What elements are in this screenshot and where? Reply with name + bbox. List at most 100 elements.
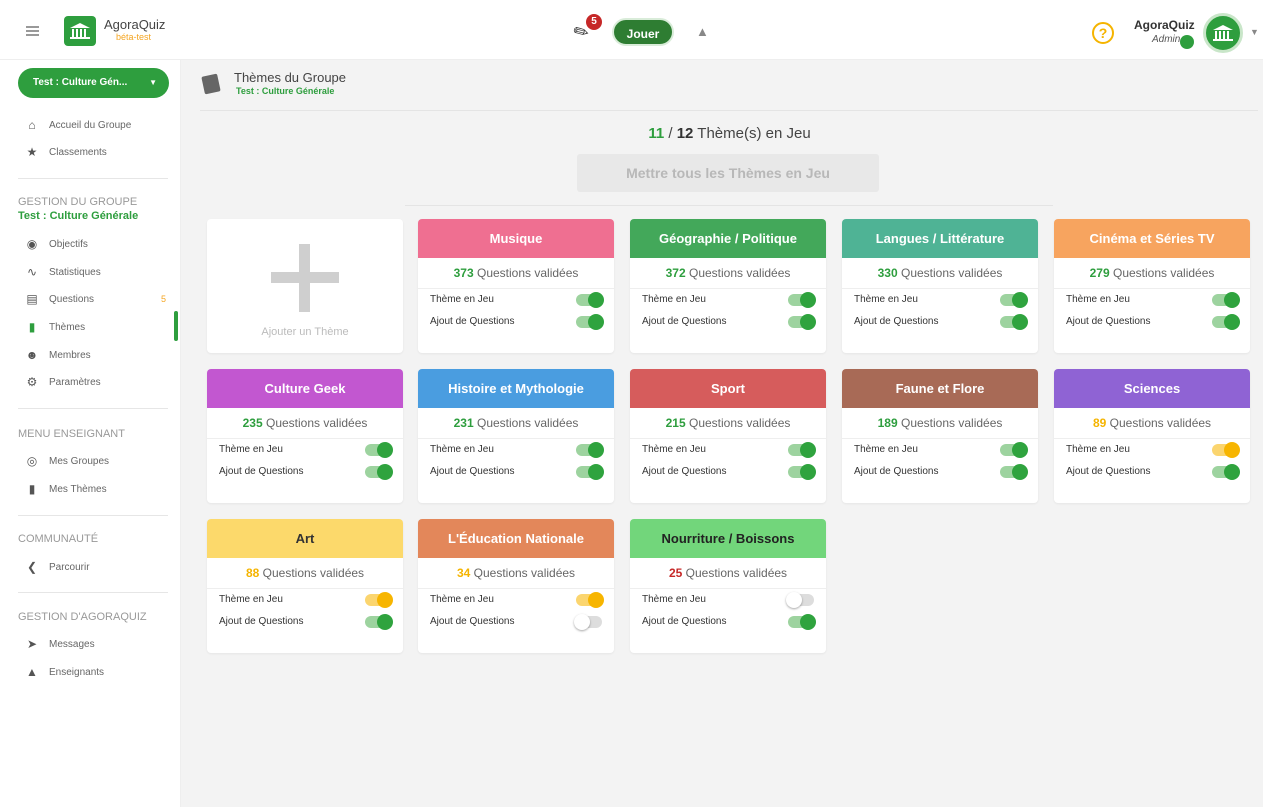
setting-row: Ajout de Questions [418,461,614,483]
add-questions-label: Ajout de Questions [642,466,727,477]
add-questions-toggle[interactable] [576,314,604,330]
setting-row: Ajout de Questions [1054,461,1250,483]
theme-title[interactable]: Musique [418,219,614,258]
toggle-knob [588,592,604,608]
add-questions-toggle[interactable] [365,614,393,630]
theme-title[interactable]: Langues / Littérature [842,219,1038,258]
theme-card: Géographie / Politique 372 Questions vali… [630,219,826,353]
toggle-knob [1224,292,1240,308]
chevron-down-icon[interactable]: ▼ [1250,27,1259,37]
toggle-knob [800,614,816,630]
in-play-toggle[interactable] [1212,442,1240,458]
in-play-toggle[interactable] [788,442,816,458]
play-button[interactable]: Jouer [612,18,674,46]
add-questions-toggle[interactable] [788,614,816,630]
toggle-knob [574,614,590,630]
sidebar-item-themes[interactable]: ▮ Thèmes [24,317,85,337]
chevron-down-icon: ▼ [149,78,157,87]
sidebar-item-objectives[interactable]: ◉ Objectifs [24,234,88,254]
sidebar-item-my-groups[interactable]: ◎ Mes Groupes [24,451,109,471]
sidebar-item-browse[interactable]: ❮ Parcourir [24,557,90,577]
sidebar-item-messages[interactable]: ➤ Messages [24,634,95,654]
user-name[interactable]: AgoraQuiz [1134,18,1195,32]
in-play-toggle[interactable] [786,592,814,608]
theme-title[interactable]: Histoire et Mythologie [418,369,614,408]
sidebar-item-settings[interactable]: ⚙ Paramètres [24,372,101,392]
toggle-knob [377,592,393,608]
people-icon: ☻ [25,348,39,362]
count-value: 25 [668,566,683,580]
in-play-label: Thème en Jeu [854,444,918,455]
beta-label: béta-test [116,32,152,42]
count-label: Questions validées [1112,266,1215,280]
logo-icon[interactable] [64,16,96,46]
add-questions-toggle[interactable] [1212,464,1240,480]
count-label: Questions validées [473,566,576,580]
add-questions-label: Ajout de Questions [854,316,939,327]
theme-title[interactable]: Art [207,519,403,558]
setting-row: Thème en Jeu [207,589,403,611]
theme-title[interactable]: Sciences [1054,369,1250,408]
in-play-toggle[interactable] [365,442,393,458]
menu-icon[interactable] [26,26,39,36]
sidebar-item-rankings[interactable]: ★ Classements [24,142,107,162]
group-select[interactable]: Test : Culture Gén... ▼ [18,68,169,98]
section-title: MENU ENSEIGNANT [18,428,125,440]
add-questions-toggle[interactable] [365,464,393,480]
all-themes-in-play-button[interactable]: Mettre tous les Thèmes en Jeu [577,154,879,192]
sidebar-item-my-themes[interactable]: ▮ Mes Thèmes [24,479,107,499]
theme-title[interactable]: Cinéma et Séries TV [1054,219,1250,258]
sidebar-item-statistics[interactable]: ∿ Statistiques [24,262,101,282]
avatar[interactable] [1203,13,1243,53]
theme-title[interactable]: Culture Geek [207,369,403,408]
add-questions-label: Ajout de Questions [854,466,939,477]
theme-card: Histoire et Mythologie 231 Questions vali… [418,369,614,503]
sidebar-item-questions[interactable]: ▤ Questions [24,289,94,309]
setting-row: Ajout de Questions [418,611,614,633]
toggle-knob [1012,442,1028,458]
in-play-toggle[interactable] [1000,292,1028,308]
in-play-toggle[interactable] [576,292,604,308]
add-questions-toggle[interactable] [788,314,816,330]
theme-title[interactable]: L'Éducation Nationale [418,519,614,558]
app-name[interactable]: AgoraQuiz [104,17,165,32]
theme-card: Sciences 89 Questions validées Thème en Je… [1054,369,1250,503]
add-questions-toggle[interactable] [1000,464,1028,480]
count-value: 89 [1092,416,1107,430]
in-play-toggle[interactable] [788,292,816,308]
help-icon[interactable]: ? [1092,22,1114,44]
page-subtitle: Test : Culture Générale [236,86,335,96]
in-play-toggle[interactable] [576,442,604,458]
cards-icon: ▮ [28,482,36,496]
in-play-toggle[interactable] [365,592,393,608]
in-play-toggle[interactable] [1000,442,1028,458]
add-questions-toggle[interactable] [1000,314,1028,330]
add-theme-card[interactable]: Ajouter un Thème [207,219,403,353]
in-play-label: Thème en Jeu [219,444,283,455]
setting-row: Ajout de Questions [418,311,614,333]
divider [405,205,1053,206]
add-questions-toggle[interactable] [576,464,604,480]
theme-title[interactable]: Faune et Flore [842,369,1038,408]
sidebar-item-members[interactable]: ☻ Membres [24,345,91,365]
theme-card: Sport 215 Questions validées Thème en Jeu A… [630,369,826,503]
add-questions-toggle[interactable] [788,464,816,480]
admin-icon [1180,35,1194,49]
theme-card: Faune et Flore 189 Questions validées Thèm… [842,369,1038,503]
page-title: Thèmes du Groupe [234,70,347,85]
in-play-toggle[interactable] [576,592,604,608]
toggle-knob [800,464,816,480]
count-label: Questions validées [262,566,365,580]
theme-title[interactable]: Géographie / Politique [630,219,826,258]
bell-icon[interactable]: ▲ [696,24,709,39]
questions-count: 25 Questions validées [630,558,826,589]
add-questions-toggle[interactable] [574,614,602,630]
theme-title[interactable]: Nourriture / Boissons [630,519,826,558]
in-play-toggle[interactable] [1212,292,1240,308]
notification-badge[interactable]: 5 [586,14,602,30]
add-questions-toggle[interactable] [1212,314,1240,330]
questions-count: 330 Questions validées [842,258,1038,289]
theme-title[interactable]: Sport [630,369,826,408]
count-value: 235 [242,416,263,430]
sidebar-item-teachers[interactable]: ▲ Enseignants [24,662,104,682]
